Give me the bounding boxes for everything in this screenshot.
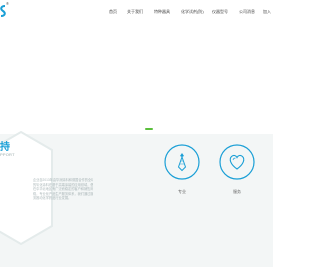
logo-registered-mark: ® (6, 1, 9, 6)
tie-icon (164, 144, 200, 180)
intro-line: 务推动化学药品行业发展。 (33, 196, 72, 201)
nav-item-special-equipment[interactable]: 特种器具 (154, 9, 170, 15)
nav-item-instrument-models[interactable]: 仪器型号 (212, 9, 228, 15)
nav-item-company-news[interactable]: 公司消息 (239, 9, 255, 15)
feature-service[interactable] (218, 143, 256, 181)
nav-item-home[interactable]: 首页 (109, 9, 117, 15)
feature-service-label: 服务 (233, 189, 241, 194)
nav-item-join[interactable]: 加入 (263, 9, 271, 15)
feature-professional-label: 专业 (178, 189, 186, 194)
support-title: 持 (0, 142, 10, 153)
intro-line: 企业自2013年由华润涂料和德国合作的全球 (33, 178, 93, 182)
site-header: ® 首页 关于我们 特种器具 化学试剂(防) 仪器型号 公司消息 加入 (0, 0, 273, 22)
banner-pagination (145, 128, 153, 130)
banner-dot-active[interactable] (145, 128, 153, 130)
support-subtitle: PPORT (0, 152, 15, 157)
nav-item-about[interactable]: 关于我们 (127, 9, 143, 15)
support-intro: 企业自2013年由华润涂料和德国合作的全球 的氧化涂料在基于高端涂装的应用领域，… (33, 178, 93, 201)
logo-icon[interactable] (0, 5, 6, 17)
feature-professional[interactable] (163, 143, 201, 181)
hero-banner (0, 22, 273, 132)
heart-icon (219, 144, 255, 180)
nav-item-chemical-reagents[interactable]: 化学试剂(防) (181, 9, 204, 15)
